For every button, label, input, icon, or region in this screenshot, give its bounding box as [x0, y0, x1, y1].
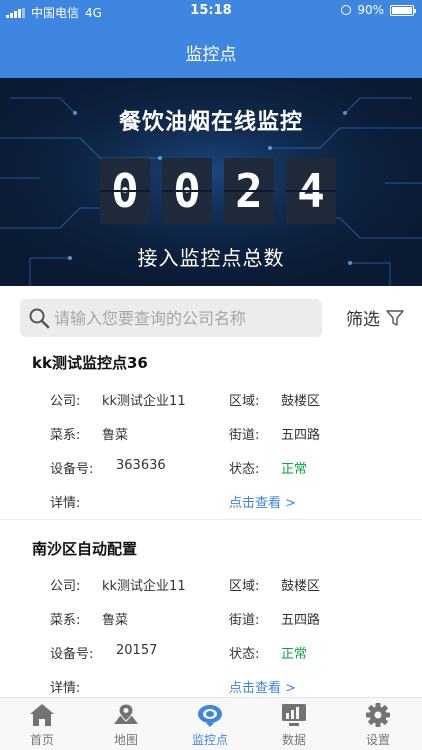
card-title: 南沙区自动配置 [32, 540, 138, 558]
company-value: kk测试企业11 [102, 579, 186, 594]
state-label: 状态: [229, 647, 260, 662]
app-header: 中国电信 4G 15:18 90% 监控点 [0, 0, 422, 78]
area-value: 鼓楼区 [281, 394, 321, 409]
data-icon [282, 704, 306, 726]
area-label: 区域: [229, 579, 260, 594]
bottom-tab-bar: 首页 地图 监控点 数据 设置 [0, 697, 422, 750]
filter-label: 筛选 [346, 310, 380, 330]
card-title: kk测试监控点36 [32, 354, 148, 372]
tab-monitor-point[interactable]: 监控点 [168, 698, 252, 750]
cuisine-value: 鲁菜 [102, 428, 129, 443]
search-input[interactable] [54, 299, 314, 337]
detail-label: 详情: [50, 681, 81, 696]
banner-subtitle: 接入监控点总数 [137, 246, 285, 270]
detail-label: 详情: [50, 496, 81, 511]
view-detail-link[interactable]: 点击查看 > [229, 492, 296, 511]
area-value: 鼓楼区 [281, 579, 321, 594]
cuisine-value: 鲁菜 [102, 613, 129, 628]
tab-data[interactable]: 数据 [252, 698, 336, 750]
view-detail-link[interactable]: 点击查看 > [229, 677, 296, 696]
banner-title: 餐饮油烟在线监控 [118, 110, 303, 135]
status-badge: 正常 [281, 462, 308, 477]
tab-label: 首页 [29, 733, 54, 747]
monitor-count-display: 0 0 2 4 [100, 158, 336, 224]
cuisine-label: 菜系: [50, 613, 81, 628]
battery-icon [390, 4, 416, 16]
company-value: kk测试企业11 [102, 394, 186, 409]
settings-gear-icon [366, 703, 390, 727]
tab-label: 监控点 [191, 733, 228, 747]
search-box[interactable] [20, 299, 322, 337]
tab-settings[interactable]: 设置 [336, 698, 420, 750]
filter-funnel-icon [386, 309, 404, 326]
device-label: 设备号: [50, 647, 94, 662]
company-label: 公司: [50, 579, 81, 594]
monitor-point-icon [198, 705, 222, 727]
state-label: 状态: [229, 462, 260, 477]
page-title: 监控点 [185, 45, 237, 65]
tab-map[interactable]: 地图 [84, 698, 168, 750]
count-digit: 2 [224, 158, 274, 224]
tab-label: 地图 [113, 733, 138, 747]
filter-button[interactable]: 筛选 [346, 305, 404, 330]
device-label: 设备号: [50, 462, 94, 477]
street-label: 街道: [229, 428, 260, 443]
count-digit: 0 [100, 158, 150, 224]
tab-home[interactable]: 首页 [0, 698, 84, 750]
tab-label: 设置 [365, 733, 390, 747]
map-icon [114, 703, 138, 724]
search-icon [29, 308, 50, 329]
area-label: 区域: [229, 394, 260, 409]
battery-percent: 90% [357, 3, 384, 17]
device-value: 20157 [116, 643, 158, 658]
home-icon [30, 704, 54, 726]
street-label: 街道: [229, 613, 260, 628]
status-badge: 正常 [281, 647, 308, 662]
status-bar: 中国电信 4G 15:18 90% [0, 0, 422, 22]
monitor-point-card[interactable]: kk测试监控点36 公司: kk测试企业11 区域: 鼓楼区 菜系: 鲁菜 街道… [0, 352, 422, 520]
count-digit: 4 [286, 158, 336, 224]
rotation-lock-icon [341, 5, 352, 15]
street-value: 五四路 [281, 613, 321, 628]
monitor-banner: 餐饮油烟在线监控 0 0 2 4 接入监控点总数 [0, 78, 422, 286]
street-value: 五四路 [281, 428, 321, 443]
company-label: 公司: [50, 394, 81, 409]
tab-label: 数据 [281, 733, 306, 747]
cuisine-label: 菜系: [50, 428, 81, 443]
monitor-point-card[interactable]: 南沙区自动配置 公司: kk测试企业11 区域: 鼓楼区 菜系: 鲁菜 街道: … [0, 538, 422, 698]
battery-fill [392, 6, 412, 14]
device-value: 363636 [116, 458, 166, 473]
count-digit: 0 [162, 158, 212, 224]
